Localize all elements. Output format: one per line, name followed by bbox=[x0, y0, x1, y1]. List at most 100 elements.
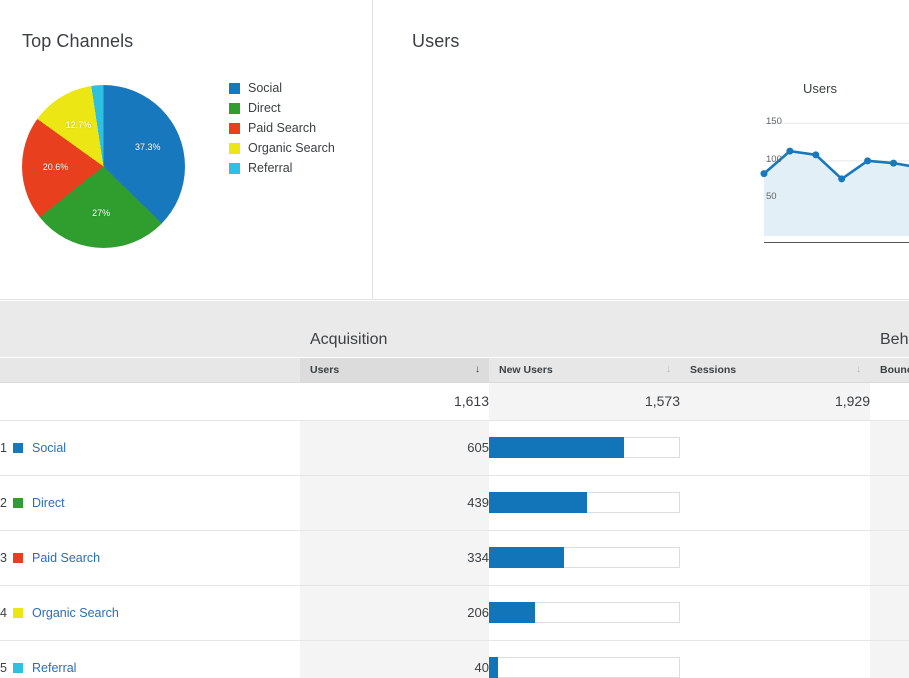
sessions-cell bbox=[680, 585, 870, 640]
legend-item-social[interactable]: Social bbox=[229, 78, 335, 98]
group-header-label: Behaviour bbox=[870, 331, 909, 357]
pie-slice-label: 12.7% bbox=[66, 120, 92, 130]
sessions-cell bbox=[680, 420, 870, 475]
data-point[interactable] bbox=[761, 170, 768, 177]
bar-track bbox=[489, 547, 680, 568]
sort-descending-icon[interactable]: ↓ bbox=[666, 365, 671, 375]
legend-dot-icon bbox=[784, 84, 794, 94]
pie-chart: 37.3% 27% 20.6% 12.7% bbox=[22, 85, 185, 248]
users-value: 40 bbox=[300, 640, 489, 678]
legend-item-referral[interactable]: Referral bbox=[229, 158, 335, 178]
table-row[interactable]: 1 Social 605 bbox=[0, 420, 909, 475]
column-header-sessions[interactable]: Sessions↓ bbox=[680, 357, 870, 382]
summary-new_users: 1,573 bbox=[489, 382, 680, 420]
channel-link[interactable]: Direct bbox=[32, 496, 65, 510]
users-value: 206 bbox=[300, 585, 489, 640]
row-rank: 1 bbox=[0, 441, 13, 455]
new-users-bar-cell bbox=[489, 640, 680, 678]
legend-item-direct[interactable]: Direct bbox=[229, 98, 335, 118]
channel-cell: 4Organic Search bbox=[0, 585, 300, 640]
column-header-new_users[interactable]: New Users↓ bbox=[489, 357, 680, 382]
data-point[interactable] bbox=[890, 160, 897, 167]
column-header-bounce_rate[interactable]: Bounce Rate↓ bbox=[870, 357, 909, 382]
bar-fill bbox=[489, 602, 535, 623]
sort-descending-icon[interactable]: ↓ bbox=[475, 365, 480, 375]
column-header-empty bbox=[0, 357, 300, 382]
table-row[interactable]: 5 Referral 40 bbox=[0, 640, 909, 678]
users-line-chart: 1501005017 Feb19 Feb21 Feb23 Feb25 Feb27… bbox=[764, 112, 909, 236]
legend-swatch-icon bbox=[229, 143, 240, 154]
new-users-bar-cell bbox=[489, 475, 680, 530]
channel-link[interactable]: Social bbox=[32, 441, 66, 455]
legend-swatch-icon bbox=[229, 163, 240, 174]
channel-inner: 2 Direct bbox=[0, 496, 300, 510]
legend-swatch-icon bbox=[229, 83, 240, 94]
legend-item-label: Paid Search bbox=[248, 121, 316, 135]
users-value: 439 bbox=[300, 475, 489, 530]
channels-table: AcquisitionBehaviour Users↓New Users↓Sess… bbox=[0, 301, 909, 678]
column-header-inner: New Users↓ bbox=[489, 364, 680, 376]
table-row[interactable]: 4Organic Search206 bbox=[0, 585, 909, 640]
channel-link[interactable]: Organic Search bbox=[32, 606, 119, 620]
bar-track bbox=[489, 657, 680, 678]
pie-slice-label: 27% bbox=[92, 208, 110, 218]
legend-label: Users bbox=[803, 81, 837, 96]
data-point[interactable] bbox=[864, 157, 871, 164]
users-value: 334 bbox=[300, 530, 489, 585]
y-axis-tick-label: 100 bbox=[766, 154, 782, 165]
group-header-behaviour: Behaviour bbox=[870, 301, 909, 357]
summary-bounce-rate bbox=[870, 382, 909, 420]
channel-cell: 3Paid Search bbox=[0, 530, 300, 585]
line-legend: Users bbox=[784, 81, 837, 96]
bounce-rate-cell bbox=[870, 585, 909, 640]
summary-users: 1,613 bbox=[300, 382, 489, 420]
channel-inner: 1 Social bbox=[0, 441, 300, 455]
bar-fill bbox=[489, 437, 624, 458]
bounce-rate-cell bbox=[870, 640, 909, 678]
summary-sessions: 1,929 bbox=[680, 382, 870, 420]
channel-color-swatch-icon bbox=[13, 443, 23, 453]
pie-slice-label: 20.6% bbox=[43, 162, 69, 172]
x-axis-line bbox=[764, 242, 909, 243]
legend-item-label: Organic Search bbox=[248, 141, 335, 155]
channel-color-swatch-icon bbox=[13, 663, 23, 673]
group-header-label: Acquisition bbox=[300, 331, 870, 357]
summary-empty bbox=[0, 382, 300, 420]
users-value: 605 bbox=[300, 420, 489, 475]
channel-cell: 5 Referral bbox=[0, 640, 300, 678]
channel-color-swatch-icon bbox=[13, 608, 23, 618]
sessions-cell bbox=[680, 475, 870, 530]
group-header-empty bbox=[0, 301, 300, 357]
charts-row: Top Channels 37.3%27%20.6%12.7% SocialDi… bbox=[0, 0, 909, 300]
bar-fill bbox=[489, 492, 587, 513]
column-header-inner: Bounce Rate↓ bbox=[870, 364, 909, 376]
pie-legend: SocialDirect Paid Search Organic Search Ref… bbox=[229, 78, 335, 178]
channel-link[interactable]: Referral bbox=[32, 661, 76, 675]
legend-swatch-icon bbox=[229, 123, 240, 134]
table-row[interactable]: 3Paid Search334 bbox=[0, 530, 909, 585]
sort-descending-icon[interactable]: ↓ bbox=[856, 365, 861, 375]
new-users-bar-cell bbox=[489, 420, 680, 475]
column-header-users[interactable]: Users↓ bbox=[300, 357, 489, 382]
channel-inner: 4Organic Search bbox=[0, 606, 300, 620]
data-point[interactable] bbox=[838, 175, 845, 182]
row-rank: 2 bbox=[0, 496, 13, 510]
channel-color-swatch-icon bbox=[13, 553, 23, 563]
channel-inner: 5 Referral bbox=[0, 661, 300, 675]
channel-link[interactable]: Paid Search bbox=[32, 551, 100, 565]
table-row[interactable]: 2 Direct 439 bbox=[0, 475, 909, 530]
legend-item-paid-search[interactable]: Paid Search bbox=[229, 118, 335, 138]
legend-item-organic-search[interactable]: Organic Search bbox=[229, 138, 335, 158]
new-users-bar-cell bbox=[489, 530, 680, 585]
pie-slice-label: 37.3% bbox=[135, 142, 161, 152]
bounce-rate-cell bbox=[870, 475, 909, 530]
channels-table-container[interactable]: AcquisitionBehaviour Users↓New Users↓Sess… bbox=[0, 301, 909, 678]
line-chart-svg bbox=[764, 112, 909, 242]
top-channels-card: Top Channels 37.3%27%20.6%12.7% SocialDi… bbox=[0, 0, 373, 299]
row-rank: 5 bbox=[0, 661, 13, 675]
data-point[interactable] bbox=[812, 151, 819, 158]
new-users-bar-cell bbox=[489, 585, 680, 640]
legend-swatch-icon bbox=[229, 103, 240, 114]
bounce-rate-cell bbox=[870, 420, 909, 475]
data-point[interactable] bbox=[786, 148, 793, 155]
